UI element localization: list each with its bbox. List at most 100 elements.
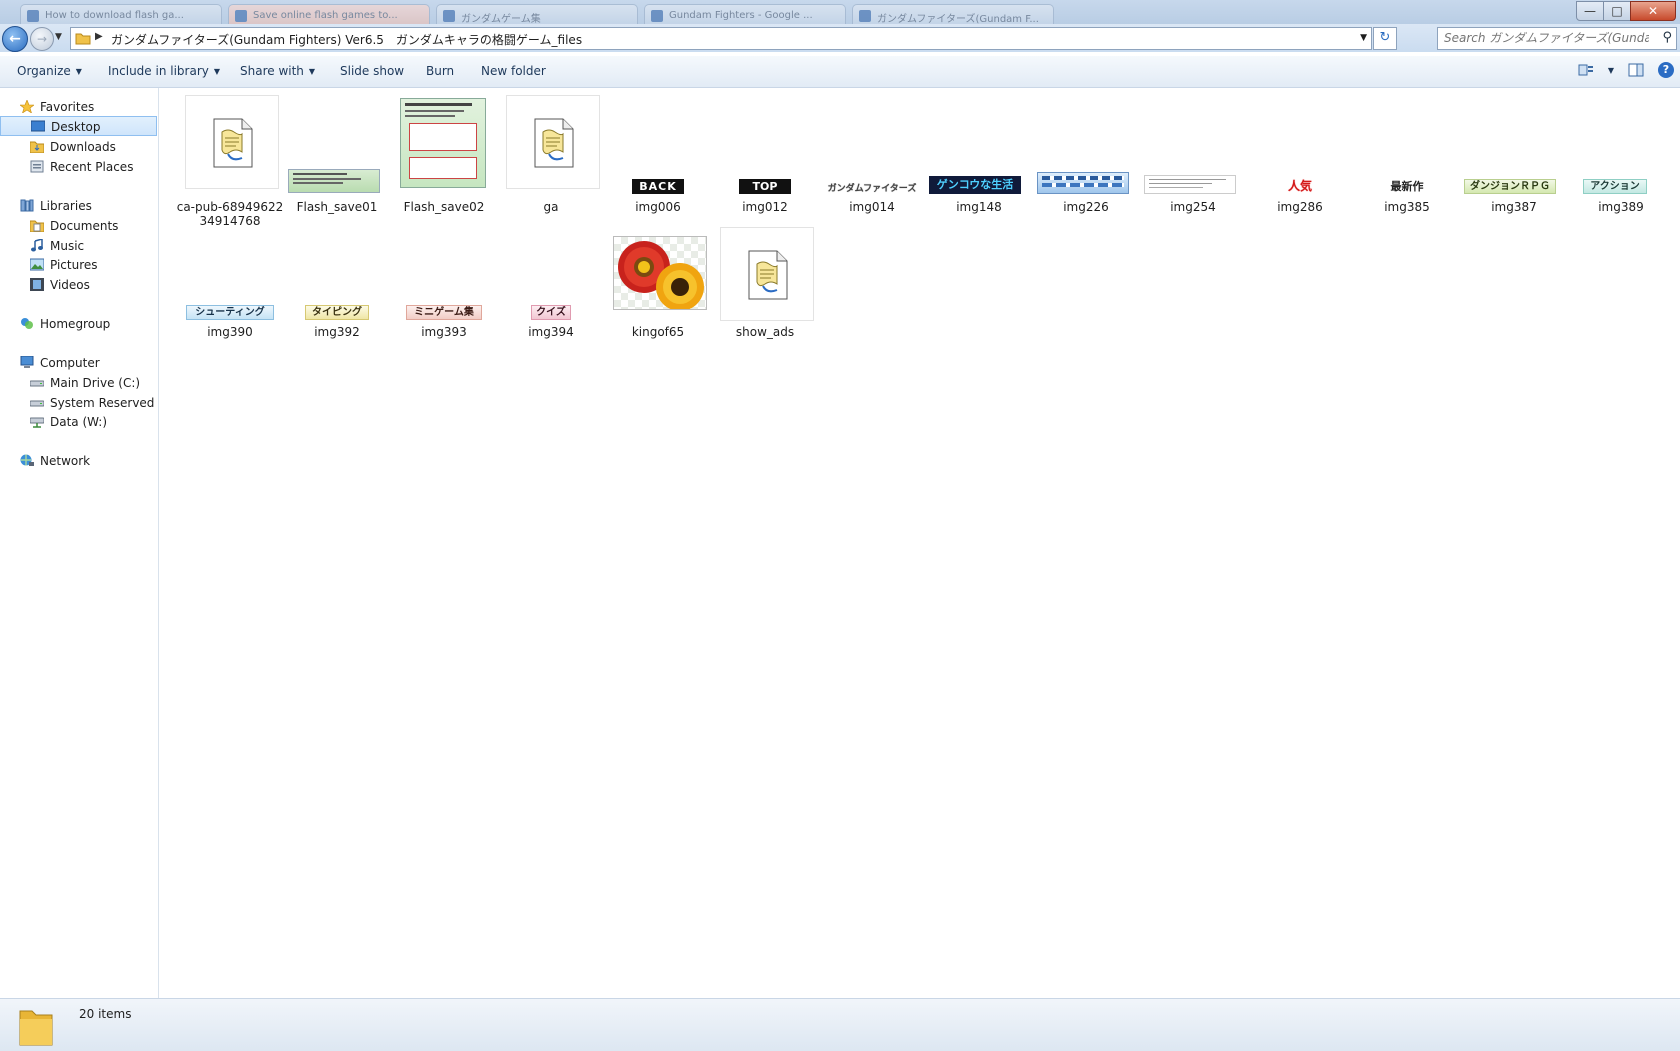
nav-computer[interactable]: Computer <box>0 353 157 373</box>
banner-thumbnail: タイピング <box>305 305 369 320</box>
file-item[interactable]: ca-pub-68949622 34914768 <box>177 95 283 228</box>
banner-thumbnail: 人気 <box>1287 179 1312 193</box>
recent-pages-dropdown-icon[interactable]: ▼ <box>55 32 62 42</box>
file-item[interactable]: img254 <box>1141 95 1245 215</box>
nav-label: Documents <box>50 219 119 233</box>
nav-desktop[interactable]: Desktop <box>0 116 157 136</box>
nav-documents[interactable]: Documents <box>0 216 157 236</box>
file-item[interactable]: ガンダムファイターズ img014 <box>820 95 924 215</box>
file-item[interactable]: ミニゲーム集 img393 <box>392 227 496 347</box>
breadcrumb-chevron-icon[interactable]: ▶ <box>95 31 103 42</box>
banner-thumbnail: 最新作 <box>1390 180 1424 193</box>
share-with-button[interactable]: Share with ▼ <box>240 64 315 78</box>
homegroup-icon <box>21 318 33 329</box>
file-name: ca-pub-68949622 34914768 <box>174 200 286 228</box>
downloads-folder-icon <box>30 141 44 153</box>
nav-music[interactable]: Music <box>0 236 157 256</box>
nav-data-drive[interactable]: Data (W:) <box>0 412 157 432</box>
close-button[interactable]: ✕ <box>1630 1 1676 21</box>
new-folder-button[interactable]: New folder <box>481 64 546 78</box>
minimize-button[interactable]: — <box>1576 1 1604 21</box>
file-item[interactable]: アクション img389 <box>1569 95 1673 215</box>
organize-button[interactable]: Organize ▼ <box>17 64 82 78</box>
screenshot-thumbnail <box>400 98 486 188</box>
file-name: img148 <box>956 200 1002 214</box>
file-item[interactable]: Flash_save02 <box>392 95 496 215</box>
file-item[interactable]: BACK img006 <box>606 95 710 215</box>
back-button[interactable]: ← <box>2 26 28 52</box>
hard-drive-icon <box>30 400 44 407</box>
music-icon <box>31 239 43 252</box>
file-list-view[interactable]: ca-pub-68949622 34914768 Flash_save01 Fla… <box>159 88 1680 998</box>
desktop-icon <box>31 120 45 132</box>
file-item[interactable]: kingof65 <box>606 227 710 347</box>
network-icon <box>20 454 34 466</box>
file-item[interactable]: ゲンコウな生活 img148 <box>927 95 1031 215</box>
file-name: img387 <box>1491 200 1537 214</box>
command-bar: Organize ▼ Include in library ▼ Share with… <box>0 56 1680 88</box>
file-item[interactable]: TOP img012 <box>713 95 817 215</box>
tab-favicon-icon <box>27 10 39 22</box>
nav-downloads[interactable]: Downloads <box>0 137 157 157</box>
view-options-chevron-icon[interactable]: ▼ <box>1608 66 1614 75</box>
address-dropdown-icon[interactable]: ▼ <box>1360 33 1367 43</box>
maximize-button[interactable]: □ <box>1603 1 1631 21</box>
tab-favicon-icon <box>859 10 871 22</box>
file-name: img006 <box>635 200 681 214</box>
file-name: img012 <box>742 200 788 214</box>
documents-icon <box>30 220 44 232</box>
file-item[interactable]: 人気 img286 <box>1248 95 1352 215</box>
address-bar[interactable]: ▶ ガンダムファイターズ(Gundam Fighters) Ver6.5 ガンダ… <box>70 27 1372 50</box>
nav-recent-places[interactable]: Recent Places <box>0 157 157 177</box>
nav-main-drive[interactable]: Main Drive (C:) <box>0 373 157 393</box>
nav-label: Homegroup <box>40 317 111 331</box>
file-item[interactable]: img226 <box>1034 95 1138 215</box>
file-name: img394 <box>528 325 574 339</box>
file-item[interactable]: タイピング img392 <box>285 227 389 347</box>
file-name: img389 <box>1598 200 1644 214</box>
organize-label: Organize <box>17 64 71 78</box>
nav-videos[interactable]: Videos <box>0 275 157 295</box>
file-name: show_ads <box>735 325 795 339</box>
banner-thumbnail: ダンジョンＲＰＧ <box>1464 179 1556 194</box>
tab-label: Save online flash games to... <box>253 10 398 21</box>
nav-label: Favorites <box>40 100 95 114</box>
file-item[interactable]: ga <box>499 95 603 215</box>
nav-favorites[interactable]: Favorites <box>0 97 157 117</box>
nav-libraries[interactable]: Libraries <box>0 196 157 216</box>
breadcrumb-path[interactable]: ガンダムファイターズ(Gundam Fighters) Ver6.5 ガンダムキ… <box>111 31 582 48</box>
help-icon[interactable]: ? <box>1658 62 1674 78</box>
nav-pictures[interactable]: Pictures <box>0 255 157 275</box>
slide-show-button[interactable]: Slide show <box>340 64 404 78</box>
chevron-down-icon: ▼ <box>308 67 316 76</box>
refresh-button[interactable]: ↻ <box>1373 27 1397 50</box>
file-item[interactable]: Flash_save01 <box>285 95 389 215</box>
address-row: ← → ▼ ▶ ガンダムファイターズ(Gundam Fighters) Ver6… <box>0 24 1680 52</box>
nav-label: Data (W:) <box>50 415 108 429</box>
file-item[interactable]: show_ads <box>713 227 817 347</box>
include-in-library-label: Include in library <box>108 64 209 78</box>
search-box[interactable]: ⚲ <box>1437 27 1677 50</box>
background-browser-tabs: How to download flash ga... Save online … <box>20 4 1054 27</box>
search-icon[interactable]: ⚲ <box>1662 30 1672 45</box>
file-name: img385 <box>1384 200 1430 214</box>
videos-icon <box>30 278 44 291</box>
file-item[interactable]: クイズ img394 <box>499 227 603 347</box>
forward-button[interactable]: → <box>30 27 54 51</box>
change-view-icon[interactable] <box>1578 63 1594 77</box>
tab-label: How to download flash ga... <box>45 10 184 21</box>
banner-thumbnail <box>1037 172 1129 194</box>
script-file-icon <box>748 250 788 300</box>
burn-button[interactable]: Burn <box>426 64 454 78</box>
flower-icon <box>618 241 704 309</box>
nav-network[interactable]: Network <box>0 451 157 471</box>
nav-system-reserved[interactable]: System Reserved (E:) <box>0 393 157 413</box>
banner-thumbnail: TOP <box>739 179 791 194</box>
nav-homegroup[interactable]: Homegroup <box>0 314 157 334</box>
include-in-library-button[interactable]: Include in library ▼ <box>108 64 220 78</box>
search-input[interactable] <box>1444 30 1649 46</box>
file-item[interactable]: シューティング img390 <box>178 227 282 347</box>
file-item[interactable]: ダンジョンＲＰＧ img387 <box>1462 95 1566 215</box>
preview-pane-icon[interactable] <box>1628 63 1644 77</box>
file-item[interactable]: 最新作 img385 <box>1355 95 1459 215</box>
